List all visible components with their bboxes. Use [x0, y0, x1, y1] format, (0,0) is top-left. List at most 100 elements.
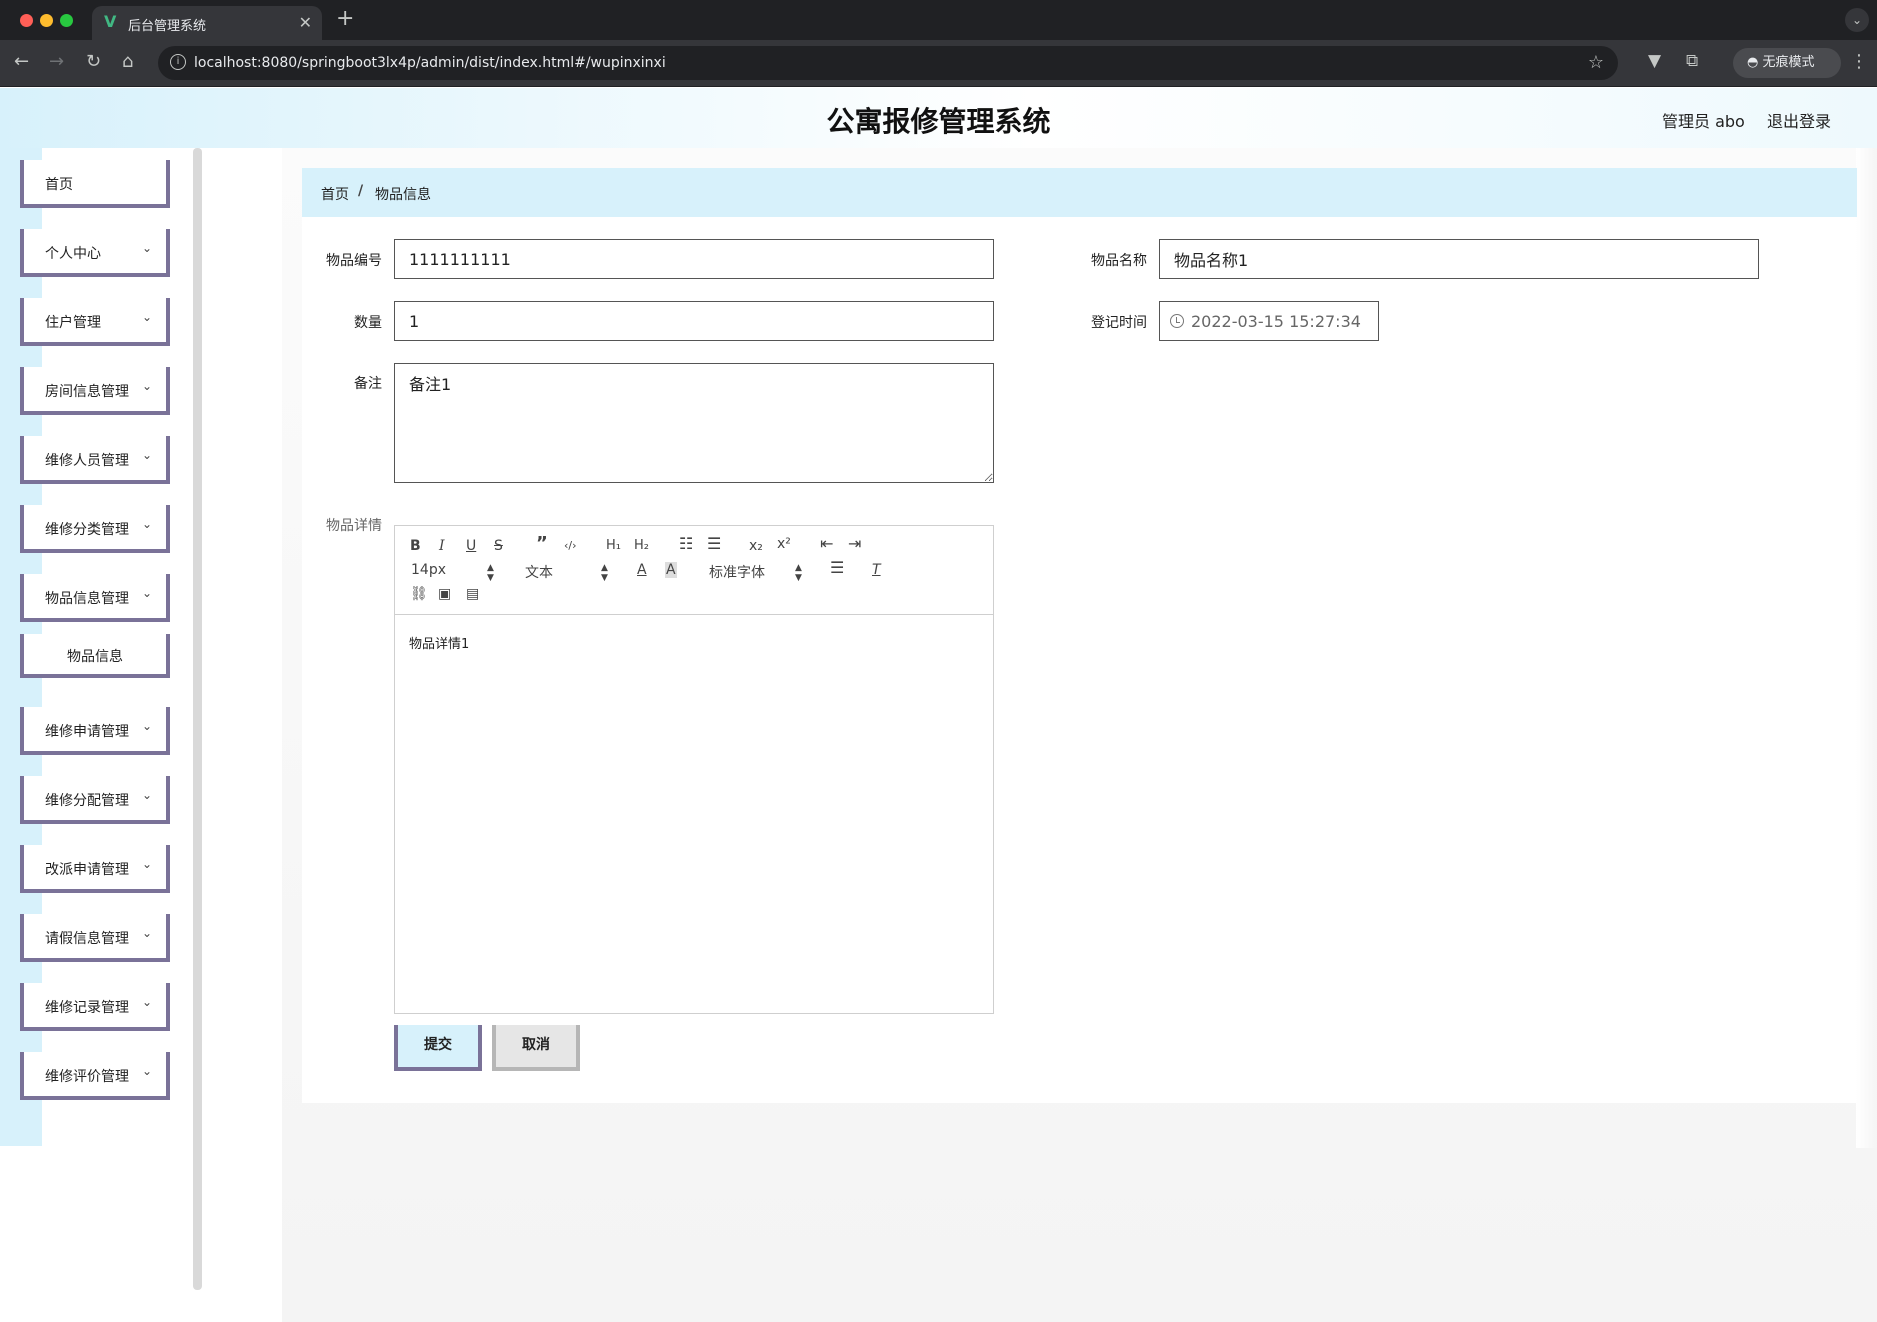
quantity-input[interactable]	[394, 301, 994, 341]
link-icon[interactable]: ⛓	[410, 586, 428, 602]
chevron-down-icon: ⌄	[141, 586, 152, 600]
chevron-down-icon: ⌄	[141, 926, 152, 940]
header-select-value: 文本	[525, 565, 553, 581]
close-window-button[interactable]	[20, 14, 33, 27]
image-icon[interactable]: ▣	[438, 586, 451, 602]
select-arrows-icon: ▲ ▼	[601, 563, 608, 583]
home-icon[interactable]: ⌂	[122, 51, 133, 73]
sidebar-item-label: 首页	[45, 177, 73, 193]
sidebar-item-room-info[interactable]: 房间信息管理 ⌄	[20, 367, 170, 415]
editor-toolbar: B I U S ” ‹/› H₁ H₂ ☷ ☰ x₂ x² ⇤ ⇥ 14px ▲…	[395, 526, 993, 615]
chevron-down-icon: ⌄	[141, 448, 152, 462]
current-user-label: 管理员 abo	[1662, 112, 1745, 131]
remark-textarea[interactable]: 备注1	[394, 363, 994, 483]
superscript-icon[interactable]: x²	[777, 536, 791, 552]
url-text[interactable]: localhost:8080/springboot3lx4p/admin/dis…	[194, 55, 666, 71]
header-select[interactable]: 文本 ▲ ▼	[525, 562, 609, 583]
register-time-value: 2022-03-15 15:27:34	[1191, 312, 1361, 331]
sidebar-item-repair-record[interactable]: 维修记录管理 ⌄	[20, 983, 170, 1031]
extensions-puzzle-icon[interactable]: ⧉	[1686, 51, 1698, 71]
item-code-label: 物品编号	[326, 253, 382, 269]
breadcrumb: 首页 / 物品信息	[302, 168, 1857, 217]
subscript-icon[interactable]: x₂	[749, 538, 763, 554]
sidebar-item-leave-info[interactable]: 请假信息管理 ⌄	[20, 914, 170, 962]
strikethrough-icon[interactable]: S	[494, 538, 503, 554]
sidebar-item-label: 维修申请管理	[45, 724, 129, 740]
sidebar-subitem-item-info[interactable]: 物品信息	[20, 634, 170, 678]
chevron-down-icon: ⌄	[141, 788, 152, 802]
back-arrow-icon[interactable]: ←	[14, 51, 29, 73]
sidebar-item-repair-request[interactable]: 维修申请管理 ⌄	[20, 707, 170, 755]
chevron-down-icon: ⌄	[141, 241, 152, 255]
video-icon[interactable]: ▤	[466, 586, 479, 602]
reload-icon[interactable]: ↻	[86, 51, 101, 73]
incognito-badge[interactable]: ◓ 无痕模式	[1733, 48, 1841, 78]
blockquote-icon[interactable]: ”	[536, 535, 548, 553]
ordered-list-icon[interactable]: ☷	[679, 536, 693, 552]
chevron-down-icon: ⌄	[141, 517, 152, 531]
background-color-icon[interactable]: A	[665, 562, 677, 578]
sidebar-item-item-info-mgmt[interactable]: 物品信息管理 ⌄	[20, 574, 170, 622]
bold-icon[interactable]: B	[410, 538, 421, 554]
item-name-input[interactable]	[1159, 239, 1759, 279]
font-family-select[interactable]: 标准字体 ▲ ▼	[709, 562, 803, 583]
font-family-value: 标准字体	[709, 565, 765, 581]
address-bar[interactable]: i localhost:8080/springboot3lx4p/admin/d…	[158, 46, 1618, 80]
sidebar-scrollbar[interactable]	[193, 148, 202, 1290]
outdent-icon[interactable]: ⇤	[820, 536, 833, 552]
vue-devtools-icon[interactable]: ▼	[1648, 51, 1661, 71]
maximize-window-button[interactable]	[60, 14, 73, 27]
minimize-window-button[interactable]	[40, 14, 53, 27]
editor-content[interactable]: 物品详情1	[409, 633, 469, 652]
chevron-down-icon[interactable]: ⌄	[1845, 8, 1869, 32]
font-size-value: 14px	[411, 562, 446, 578]
close-icon[interactable]: ✕	[299, 13, 312, 32]
register-time-label: 登记时间	[1091, 315, 1147, 331]
remark-label: 备注	[354, 376, 382, 392]
info-icon[interactable]: i	[170, 54, 186, 70]
bullet-list-icon[interactable]: ☰	[707, 536, 721, 552]
new-tab-plus-icon[interactable]: +	[336, 7, 354, 31]
sidebar-item-personal-center[interactable]: 个人中心 ⌄	[20, 229, 170, 277]
sidebar-item-label: 改派申请管理	[45, 862, 129, 878]
tab-title: 后台管理系统	[128, 19, 207, 34]
bookmark-star-icon[interactable]: ☆	[1588, 52, 1604, 73]
align-icon[interactable]: ☰	[830, 560, 844, 576]
heading-2-icon[interactable]: H₂	[634, 538, 649, 554]
clear-format-icon[interactable]: T	[872, 562, 881, 578]
chevron-down-icon: ⌄	[141, 310, 152, 324]
sidebar-item-label: 住户管理	[45, 315, 101, 331]
sidebar-item-resident[interactable]: 住户管理 ⌄	[20, 298, 170, 346]
logout-link[interactable]: 退出登录	[1767, 108, 1831, 132]
sidebar-item-repair-staff[interactable]: 维修人员管理 ⌄	[20, 436, 170, 484]
forward-arrow-icon[interactable]: →	[49, 51, 64, 73]
sidebar-item-label: 维修记录管理	[45, 1000, 129, 1016]
register-time-picker[interactable]: 2022-03-15 15:27:34	[1159, 301, 1379, 341]
submit-button[interactable]: 提交	[394, 1025, 482, 1071]
chevron-down-icon: ⌄	[141, 857, 152, 871]
incognito-icon: ◓	[1747, 55, 1763, 70]
font-size-select[interactable]: 14px ▲ ▼	[411, 562, 495, 583]
sidebar-item-repair-assign[interactable]: 维修分配管理 ⌄	[20, 776, 170, 824]
more-menu-icon[interactable]: ⋮	[1850, 51, 1868, 72]
right-edge-decoration	[1856, 148, 1877, 1148]
code-block-icon[interactable]: ‹/›	[564, 538, 577, 554]
sidebar-item-repair-review[interactable]: 维修评价管理 ⌄	[20, 1052, 170, 1100]
font-color-icon[interactable]: A	[637, 562, 647, 578]
breadcrumb-home[interactable]: 首页	[321, 184, 349, 204]
heading-1-icon[interactable]: H₁	[606, 538, 621, 554]
rich-text-editor: B I U S ” ‹/› H₁ H₂ ☷ ☰ x₂ x² ⇤ ⇥ 14px ▲…	[394, 525, 994, 1014]
browser-tab[interactable]: V 后台管理系统 ✕	[92, 6, 322, 40]
app-title: 公寓报修管理系统	[826, 105, 1051, 138]
italic-icon[interactable]: I	[439, 538, 445, 554]
sidebar-item-reassign-request[interactable]: 改派申请管理 ⌄	[20, 845, 170, 893]
underline-icon[interactable]: U	[466, 538, 476, 554]
indent-icon[interactable]: ⇥	[848, 536, 861, 552]
item-code-input[interactable]	[394, 239, 994, 279]
sidebar-item-label: 物品信息管理	[45, 591, 129, 607]
sidebar-item-repair-category[interactable]: 维修分类管理 ⌄	[20, 505, 170, 553]
sidebar-item-home[interactable]: 首页	[20, 160, 170, 208]
cancel-button[interactable]: 取消	[492, 1025, 580, 1071]
chevron-down-icon: ⌄	[141, 379, 152, 393]
sidebar-item-label: 请假信息管理	[45, 931, 129, 947]
